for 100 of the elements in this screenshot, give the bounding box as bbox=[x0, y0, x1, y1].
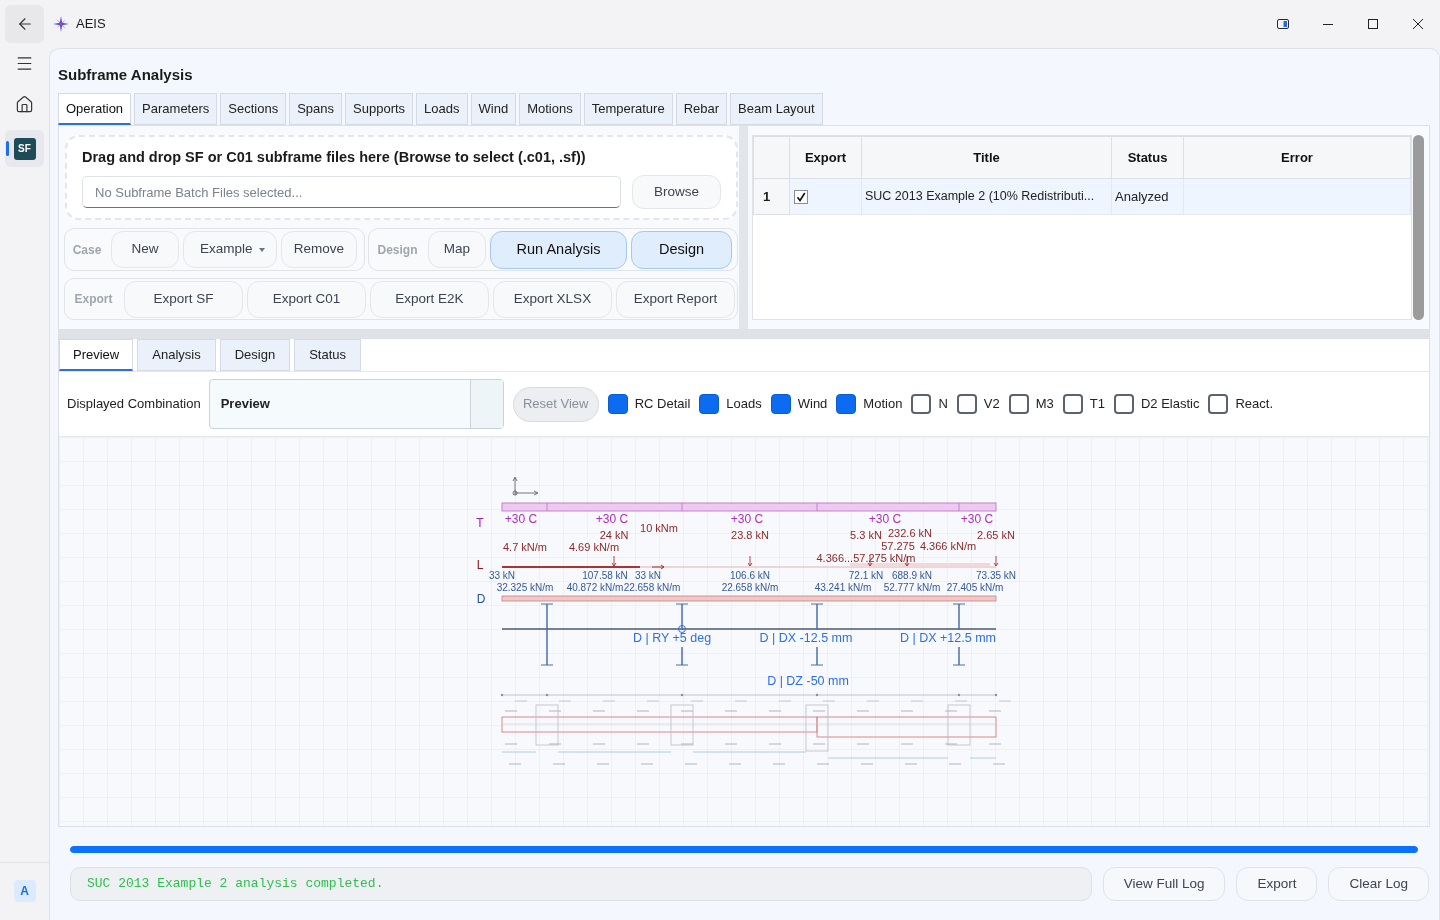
load-label: 2.65 kN bbox=[977, 529, 1015, 541]
checkbox[interactable] bbox=[1113, 394, 1134, 414]
tab[interactable]: Parameters bbox=[134, 93, 218, 125]
dead-load-label: 52.777 kN/m bbox=[883, 582, 941, 593]
checkbox-label: T1 bbox=[1089, 395, 1105, 414]
checkbox[interactable] bbox=[770, 394, 791, 414]
tab[interactable]: Preview bbox=[59, 339, 134, 371]
dead-load-label: 40.872 kN/m bbox=[566, 582, 624, 593]
tab[interactable]: Supports bbox=[345, 93, 414, 125]
tab[interactable]: Operation bbox=[58, 93, 132, 125]
diagram-row-label: T bbox=[476, 516, 484, 530]
checkbox[interactable] bbox=[699, 394, 720, 414]
action-button[interactable]: Export C01 bbox=[247, 280, 366, 318]
tab[interactable]: Loads bbox=[416, 93, 468, 125]
checkbox-label: Loads bbox=[726, 395, 762, 414]
load-label: 23.8 kN bbox=[731, 529, 769, 541]
checkbox-label: N bbox=[938, 395, 948, 414]
action-button[interactable]: Remove bbox=[281, 231, 357, 268]
checkbox-label: V2 bbox=[983, 395, 1000, 414]
browse-button[interactable]: Browse bbox=[632, 175, 721, 209]
action-button[interactable]: Export XLSX bbox=[493, 280, 612, 318]
log-button[interactable]: View Full Log bbox=[1102, 867, 1226, 901]
caret-icon bbox=[259, 247, 265, 252]
star-logo-icon bbox=[53, 16, 69, 32]
temperature-label: +30 C bbox=[960, 512, 994, 526]
checkbox[interactable] bbox=[1008, 394, 1029, 414]
checkbox[interactable] bbox=[956, 394, 977, 414]
dead-load-label: 106.6 kN bbox=[730, 570, 770, 581]
load-label: 24 kN bbox=[599, 529, 629, 541]
column-header[interactable]: Title bbox=[861, 136, 1112, 179]
tab[interactable]: Design bbox=[219, 339, 291, 371]
tab[interactable]: Analysis bbox=[137, 339, 216, 371]
combination-label: Displayed Combination bbox=[67, 395, 201, 414]
scrollbar[interactable] bbox=[1413, 135, 1424, 320]
dead-load-label: 22.658 kN/m bbox=[721, 582, 779, 593]
load-label: 4.366...57.275 kN/m bbox=[816, 552, 916, 564]
log-button[interactable]: Clear Log bbox=[1328, 867, 1429, 901]
checkbox-label: React. bbox=[1235, 395, 1274, 414]
action-button[interactable]: Map bbox=[428, 231, 486, 268]
drop-zone[interactable]: Drag and drop SF or C01 subframe files here (Browse to select (.c01, .sf)) No Subframe Batch Files selected... Browse bbox=[65, 135, 738, 220]
displacement-label: D | DZ -50 mm bbox=[767, 674, 849, 688]
drop-zone-heading: Drag and drop SF or C01 subframe files here (Browse to select (.c01, .sf)) bbox=[82, 148, 587, 167]
log-button[interactable]: Export bbox=[1236, 867, 1318, 901]
checkbox[interactable] bbox=[1208, 394, 1229, 414]
action-button[interactable]: Design bbox=[631, 230, 732, 269]
temperature-label: +30 C bbox=[868, 512, 902, 526]
tab[interactable]: Rebar bbox=[675, 93, 728, 125]
checkbox[interactable] bbox=[1062, 394, 1083, 414]
load-label: 5.3 kN bbox=[850, 529, 882, 541]
diagram-row-label: D bbox=[476, 592, 486, 606]
tab[interactable]: Temperature bbox=[583, 93, 673, 125]
checkbox-label: RC Detail bbox=[634, 395, 691, 414]
column-header[interactable]: Status bbox=[1111, 136, 1184, 179]
load-label: 10 kNm bbox=[640, 522, 678, 534]
table-cell: SUC 2013 Example 2 (10% Redistributi... bbox=[861, 178, 1112, 215]
load-label: 4.7 kN/m bbox=[503, 541, 547, 553]
row-number-cell: 1 bbox=[753, 178, 790, 215]
load-label: 232.6 kN bbox=[888, 527, 932, 539]
file-path-field[interactable]: No Subframe Batch Files selected... bbox=[82, 176, 621, 208]
action-button[interactable]: Export Report bbox=[616, 280, 735, 318]
column-header[interactable]: Error bbox=[1183, 136, 1411, 179]
dead-load-label: 72.1 kN bbox=[848, 570, 884, 581]
tab[interactable]: Spans bbox=[289, 93, 343, 125]
maximize-icon bbox=[1367, 19, 1378, 29]
checkbox-label: M3 bbox=[1035, 395, 1054, 414]
tab[interactable]: Sections bbox=[220, 93, 287, 125]
tab[interactable]: Motions bbox=[519, 93, 581, 125]
sidebar-item[interactable]: SF bbox=[5, 130, 44, 167]
checkbox-label: Motion bbox=[863, 395, 903, 414]
dead-load-label: 43.241 kN/m bbox=[814, 582, 872, 593]
column-header[interactable]: Export bbox=[789, 136, 862, 179]
action-button[interactable]: Export SF bbox=[124, 280, 243, 318]
back-button[interactable] bbox=[5, 5, 44, 43]
checkbox[interactable] bbox=[911, 394, 932, 414]
table-row[interactable]: 1 SUC 2013 Example 2 (10% Redistributi... Analyzed bbox=[753, 178, 1411, 215]
axis-icon bbox=[512, 476, 539, 496]
group-label: Export bbox=[73, 291, 114, 308]
dead-load-label: 32.325 kN/m bbox=[496, 582, 554, 593]
displacement-label: D | DX +12.5 mm bbox=[900, 631, 996, 645]
close-icon bbox=[1412, 19, 1423, 29]
displacement-label: D | RY +5 deg bbox=[632, 631, 712, 645]
dead-load-label: 107.58 kN bbox=[582, 570, 628, 581]
dropdown-button[interactable]: Example bbox=[183, 231, 277, 268]
tab[interactable]: Beam Layout bbox=[730, 93, 823, 125]
diagram-row-label: L bbox=[476, 558, 484, 572]
checkbox[interactable] bbox=[794, 189, 808, 204]
dead-load-label: 22.658 kN/m bbox=[623, 582, 681, 593]
checkbox[interactable] bbox=[836, 394, 857, 414]
checkbox-label: Wind bbox=[797, 395, 828, 414]
action-button[interactable]: New bbox=[111, 231, 179, 268]
table-cell: Analyzed bbox=[1111, 178, 1184, 215]
tab[interactable]: Status bbox=[294, 339, 361, 371]
combination-select[interactable]: Preview bbox=[208, 379, 504, 429]
temperature-label: +30 C bbox=[595, 512, 629, 526]
action-button[interactable]: Export E2K bbox=[370, 280, 489, 318]
account-button[interactable]: A bbox=[13, 880, 36, 902]
action-button[interactable]: Run Analysis bbox=[490, 230, 627, 269]
displacement-label: D | DX -12.5 mm bbox=[759, 631, 853, 645]
tab[interactable]: Wind bbox=[470, 93, 517, 125]
checkbox[interactable] bbox=[607, 394, 628, 414]
